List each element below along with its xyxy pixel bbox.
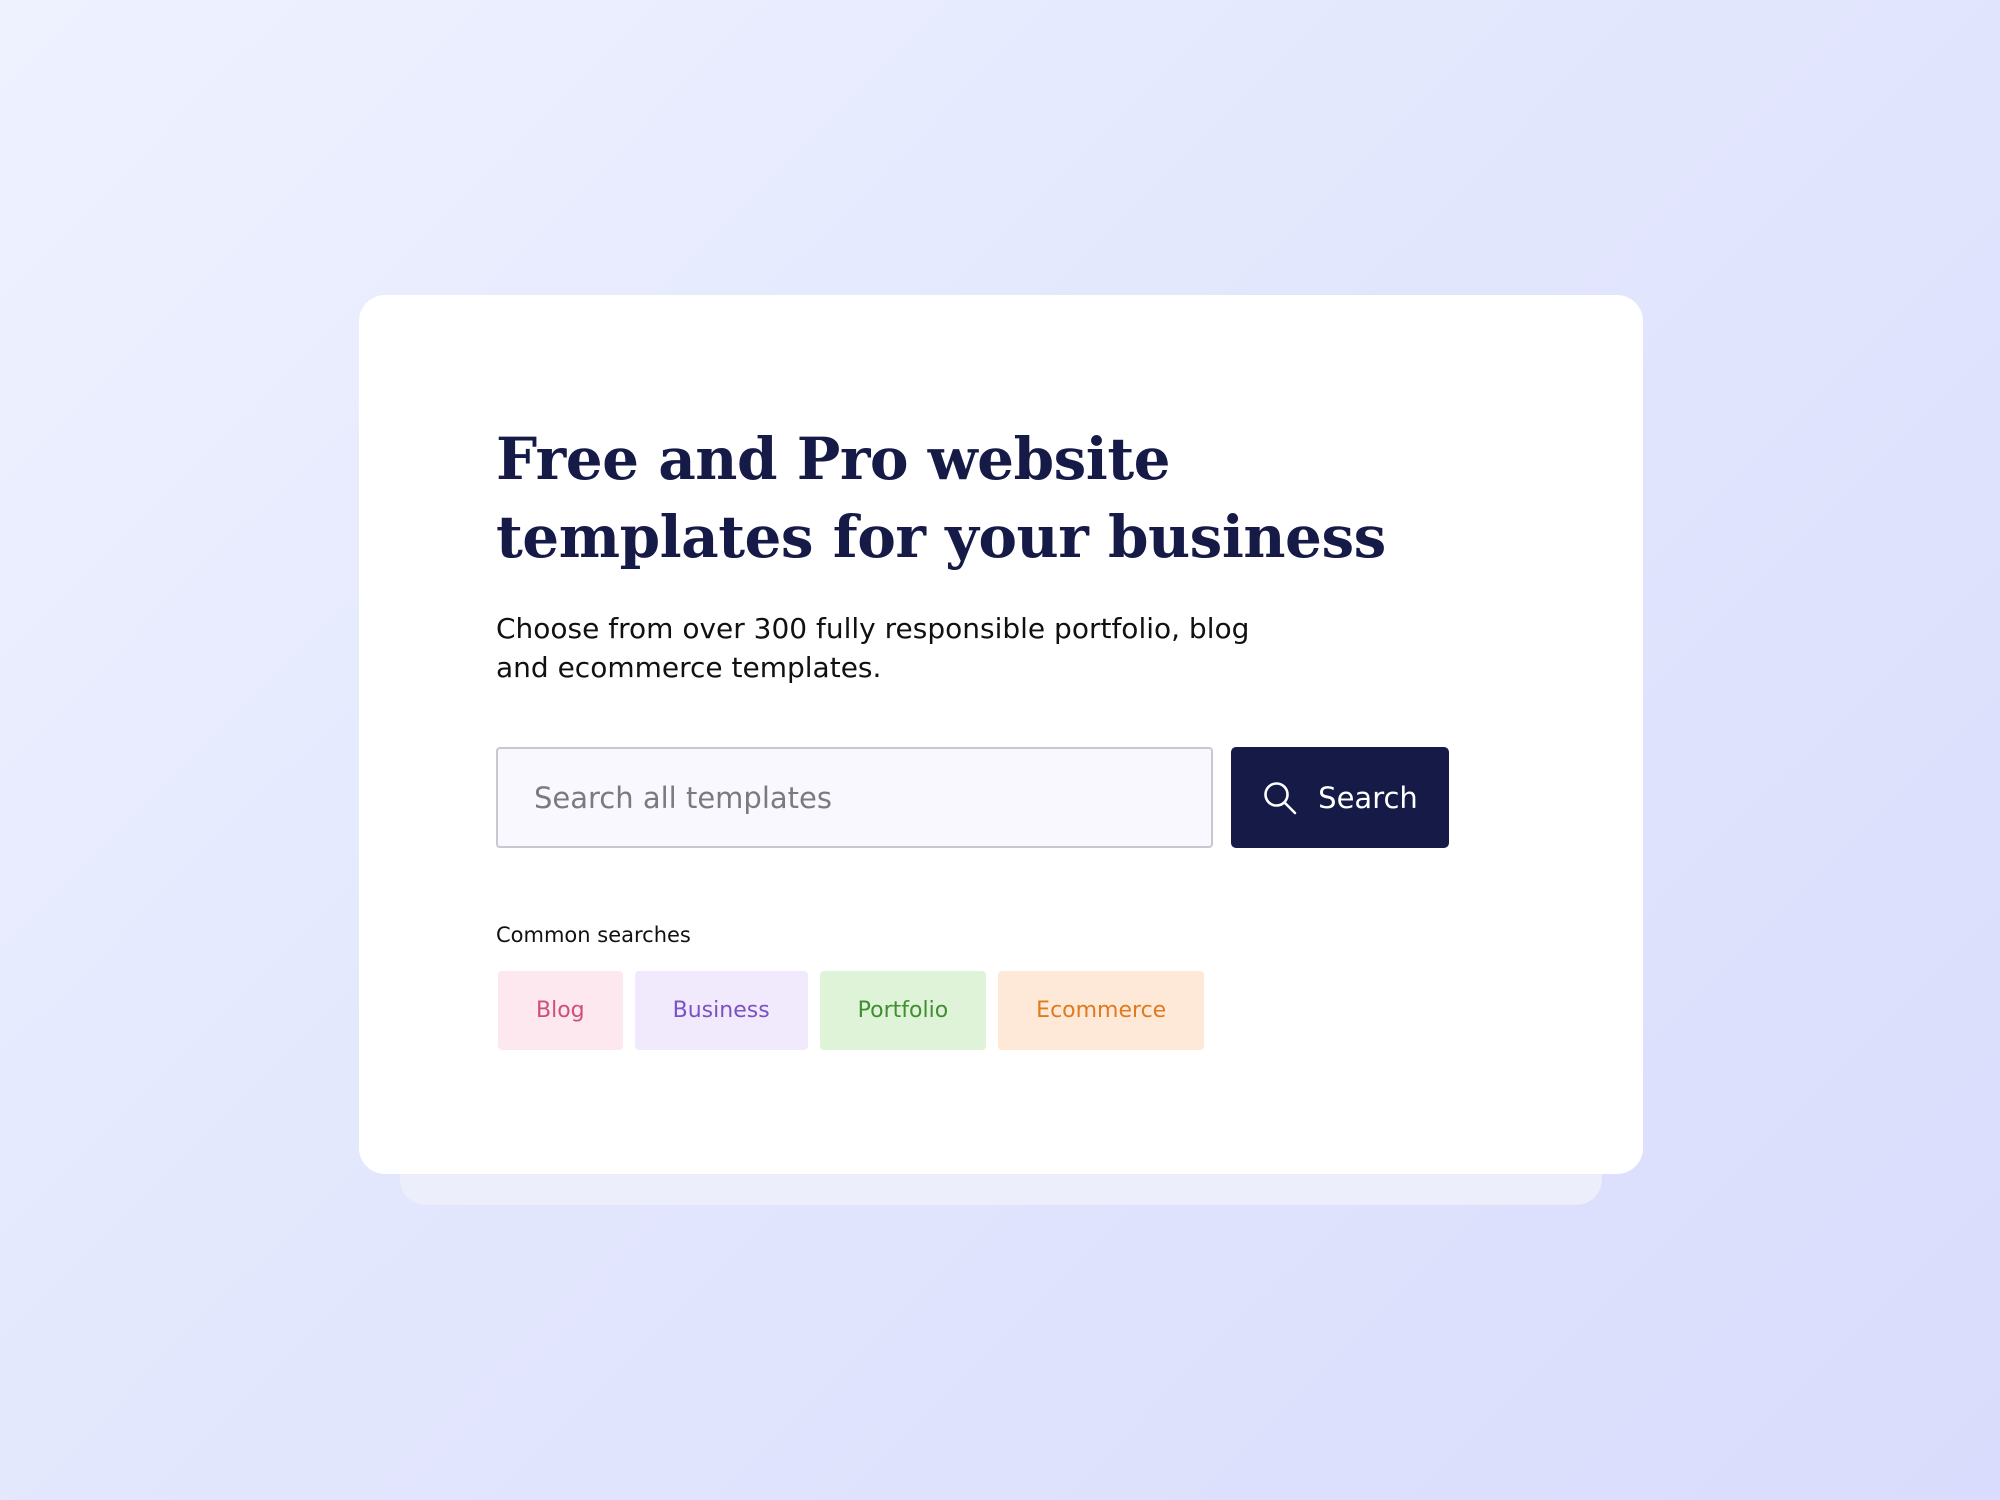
common-searches-tags: Blog Business Portfolio Ecommerce [498,971,1205,1050]
page-subtitle-line-1: Choose from over 300 fully responsible p… [496,612,1250,645]
tag-label: Ecommerce [1036,998,1167,1023]
page-title-line-1: Free and Pro website [496,425,1171,493]
search-button[interactable]: Search [1231,747,1449,848]
search-icon [1262,780,1298,816]
page-subtitle: Choose from over 300 fully responsible p… [496,609,1296,687]
page-title-line-2: templates for your business [496,503,1386,571]
common-searches-label: Common searches [496,923,691,947]
search-input[interactable] [496,747,1213,848]
tag-portfolio[interactable]: Portfolio [819,971,987,1050]
tag-business[interactable]: Business [634,971,808,1050]
hero-card: Free and Pro website templates for your … [359,295,1643,1174]
search-button-label: Search [1318,780,1418,815]
tag-label: Business [672,998,770,1023]
page-title: Free and Pro website templates for your … [496,420,1396,576]
tag-blog[interactable]: Blog [498,971,623,1050]
tag-label: Blog [536,998,585,1023]
page-subtitle-line-2: and ecommerce templates. [496,651,882,684]
tag-label: Portfolio [857,998,949,1023]
tag-ecommerce[interactable]: Ecommerce [998,971,1205,1050]
